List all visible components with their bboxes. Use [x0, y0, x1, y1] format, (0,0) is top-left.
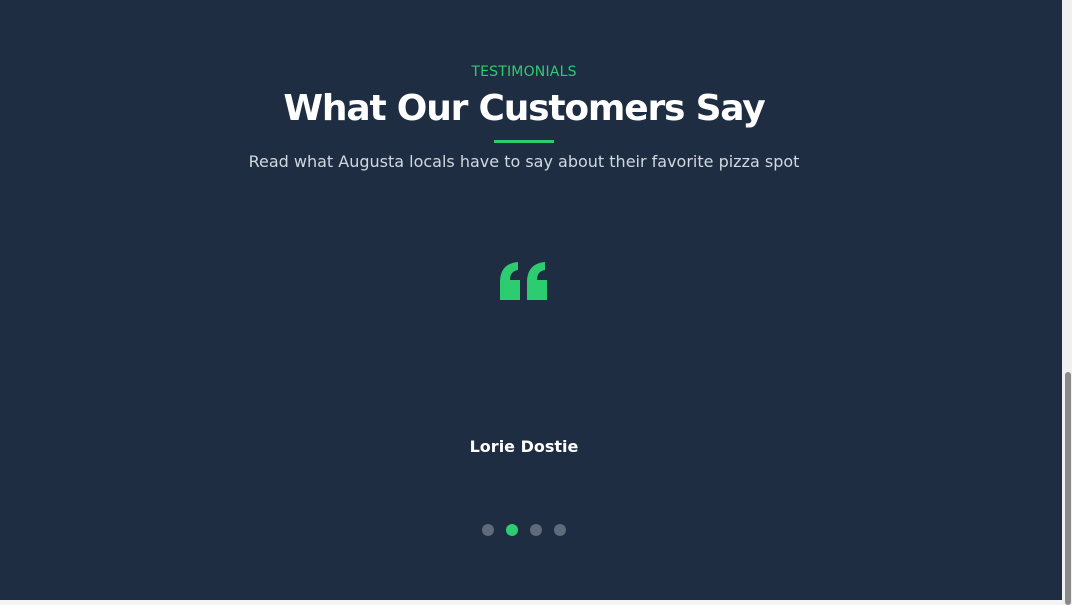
carousel-dot-1[interactable]	[482, 524, 494, 536]
quote-icon	[498, 262, 550, 300]
testimonial-author: Lorie Dostie	[469, 437, 579, 456]
scrollbar-thumb[interactable]	[1065, 372, 1071, 605]
carousel-dot-3[interactable]	[530, 524, 542, 536]
carousel-dot-4[interactable]	[554, 524, 566, 536]
page-scrollbar[interactable]	[1062, 0, 1072, 605]
section-title: What Our Customers Say	[283, 88, 765, 129]
title-underline	[494, 140, 554, 143]
testimonials-section: TESTIMONIALS What Our Customers Say Read…	[0, 0, 1062, 600]
section-eyebrow: TESTIMONIALS	[471, 64, 577, 80]
carousel-dot-2[interactable]	[506, 524, 518, 536]
section-subtitle: Read what Augusta locals have to say abo…	[248, 152, 800, 171]
page-bottom-strip	[0, 600, 1062, 605]
carousel-dots	[482, 524, 566, 536]
